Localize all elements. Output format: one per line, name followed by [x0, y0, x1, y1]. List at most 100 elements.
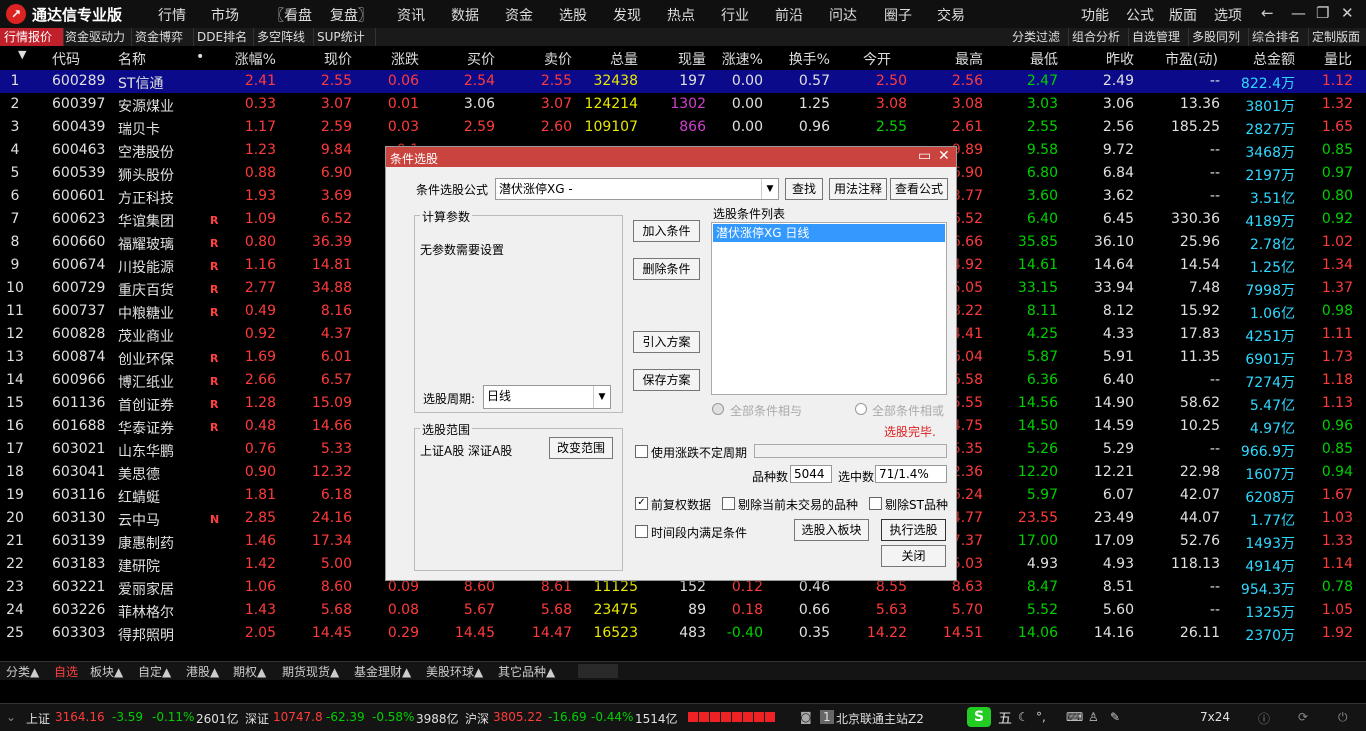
change-range-button[interactable]: 改变范围 [549, 437, 613, 459]
tab-right-5[interactable]: 定制版面 [1308, 28, 1366, 46]
category-tab[interactable]: 分类▲ [6, 663, 39, 680]
category-tab[interactable]: 自定▲ [138, 663, 171, 680]
sort-arrow-icon[interactable]: ▼ [18, 48, 26, 61]
column-header[interactable]: 涨跌 [391, 49, 419, 69]
category-tab[interactable]: 自选 [54, 663, 78, 680]
moon-icon[interactable]: ☾ [1018, 710, 1029, 724]
view-formula-button[interactable]: 查看公式 [890, 178, 948, 200]
menu-item[interactable]: 〖看盘 [270, 5, 312, 25]
menu-item[interactable]: 行情 [158, 5, 186, 25]
column-header[interactable]: 现量 [678, 49, 706, 69]
menu-item[interactable]: 选股 [559, 5, 587, 25]
menu-item[interactable]: 圈子 [884, 5, 912, 25]
tab-3[interactable]: DDE排名 [193, 28, 254, 46]
tab-right-4[interactable]: 综合排名 [1248, 28, 1309, 46]
menu-item[interactable]: 热点 [667, 5, 695, 25]
close-button[interactable]: 关闭 [881, 545, 946, 567]
category-tab[interactable]: 期权▲ [233, 663, 266, 680]
power-icon[interactable]: ⏻ [1338, 710, 1348, 725]
table-row[interactable]: 1 600289 ST信通 2.41 2.55 0.06 2.54 2.55 32438 197 0… [0, 70, 1366, 93]
tab-right-3[interactable]: 多股同列 [1188, 28, 1249, 46]
formula-select[interactable]: 潜伏涨停XG - ▼ [495, 178, 779, 200]
column-header[interactable]: 名称 [118, 49, 146, 69]
menu-item[interactable]: 前沿 [775, 5, 803, 25]
table-row[interactable]: 3 600439 瑞贝卡 1.17 2.59 0.03 2.59 2.60 109107 866 0… [0, 116, 1366, 139]
category-tab[interactable]: 板块▲ [90, 663, 123, 680]
column-header[interactable]: 最低 [1030, 49, 1058, 69]
column-header[interactable]: 量比 [1324, 49, 1352, 69]
condition-list[interactable]: 潜伏涨停XG 日线 [711, 222, 947, 395]
column-header[interactable]: 涨幅% [235, 49, 276, 69]
settings-wrench-icon[interactable]: ✎ [1110, 710, 1120, 724]
column-header[interactable]: 总量 [610, 49, 638, 69]
forward-adjust-checkbox[interactable]: ✓ [635, 497, 648, 510]
execute-button[interactable]: 执行选股 [881, 519, 946, 541]
table-row[interactable]: 24 603226 菲林格尔 1.43 5.68 0.08 5.67 5.68 23475 89 0… [0, 599, 1366, 622]
category-tab[interactable]: 其它品种▲ [498, 663, 555, 680]
delete-condition-button[interactable]: 删除条件 [633, 258, 700, 280]
import-scheme-button[interactable]: 引入方案 [633, 331, 700, 353]
use-period-checkbox[interactable] [635, 445, 648, 458]
column-header[interactable]: 涨速% [722, 49, 763, 69]
category-scroll[interactable] [578, 664, 618, 678]
menu-item[interactable]: 数据 [451, 5, 479, 25]
table-row[interactable]: 25 603303 得邦照明 2.05 14.45 0.29 14.45 14.47 16523… [0, 622, 1366, 645]
tab-1[interactable]: 资金驱动力 [61, 28, 132, 46]
column-header[interactable]: 现价 [324, 49, 352, 69]
column-header[interactable]: 卖价 [544, 49, 572, 69]
chevron-down-icon[interactable]: ▼ [761, 179, 778, 199]
add-condition-button[interactable]: 加入条件 [633, 220, 700, 242]
column-header[interactable]: 市盈(动) [1165, 49, 1218, 69]
refresh-icon[interactable]: ⟳ [1298, 710, 1308, 724]
back-arrow-icon[interactable]: ← [1261, 4, 1274, 22]
right-menu-item[interactable]: 公式 [1126, 5, 1154, 25]
category-tab[interactable]: 港股▲ [186, 663, 219, 680]
dialog-close-icon[interactable]: ✕ [938, 148, 950, 164]
minimize-icon[interactable]: — [1291, 4, 1306, 22]
tab-5[interactable]: SUP统计 [313, 28, 376, 46]
news-clock[interactable]: 7x24 [1200, 710, 1230, 724]
save-scheme-button[interactable]: 保存方案 [633, 369, 700, 391]
radio-or[interactable] [855, 403, 867, 415]
column-header[interactable]: 昨收 [1106, 49, 1134, 69]
column-header[interactable]: 换手% [789, 49, 830, 69]
category-tab[interactable]: 基金理财▲ [354, 663, 411, 680]
category-tab[interactable]: 美股环球▲ [426, 663, 483, 680]
tab-right-1[interactable]: 组合分析 [1068, 28, 1129, 46]
menu-item[interactable]: 复盘〗 [330, 5, 372, 25]
close-icon[interactable]: ✕ [1341, 4, 1354, 22]
menu-item[interactable]: 市场 [211, 5, 239, 25]
dialog-title-bar[interactable]: 条件选股 ▭ ✕ [386, 147, 956, 167]
menu-item[interactable]: 资金 [505, 5, 533, 25]
exclude-st-checkbox[interactable] [869, 497, 882, 510]
tab-right-2[interactable]: 自选管理 [1128, 28, 1189, 46]
dialog-minimize-icon[interactable]: ▭ [918, 148, 931, 164]
column-header[interactable]: 代码 [52, 49, 80, 69]
menu-item[interactable]: 发现 [613, 5, 641, 25]
menu-item[interactable]: 交易 [937, 5, 965, 25]
add-to-block-button[interactable]: 选股入板块 [794, 519, 869, 541]
server-name[interactable]: 北京联通主站Z2 [836, 710, 924, 727]
find-button[interactable]: 查找 [785, 178, 823, 200]
usage-notes-button[interactable]: 用法注释 [829, 178, 887, 200]
tab-2[interactable]: 资金博弈 [131, 28, 194, 46]
tab-0[interactable]: 行情报价 [0, 28, 64, 46]
input-method-logo-icon[interactable]: S [967, 707, 991, 727]
right-menu-item[interactable]: 功能 [1081, 5, 1109, 25]
exclude-untraded-checkbox[interactable] [722, 497, 735, 510]
period-select[interactable]: 日线 ▼ [483, 385, 611, 409]
tab-right-0[interactable]: 分类过滤 [1008, 28, 1069, 46]
column-header[interactable]: 最高 [955, 49, 983, 69]
restore-icon[interactable]: ❐ [1316, 4, 1329, 22]
condition-list-item[interactable]: 潜伏涨停XG 日线 [713, 224, 945, 242]
right-menu-item[interactable]: 版面 [1169, 5, 1197, 25]
column-header[interactable]: 今开 [863, 49, 891, 69]
radio-and[interactable] [712, 403, 724, 415]
menu-item[interactable]: 行业 [721, 5, 749, 25]
lock-icon[interactable]: ◙ [800, 710, 812, 724]
table-row[interactable]: 2 600397 安源煤业 0.33 3.07 0.01 3.06 3.07 124214 130… [0, 93, 1366, 116]
user-icon[interactable]: ♙ [1088, 710, 1099, 724]
time-range-checkbox[interactable] [635, 525, 648, 538]
column-header[interactable]: • [196, 49, 204, 65]
right-menu-item[interactable]: 选项 [1214, 5, 1242, 25]
